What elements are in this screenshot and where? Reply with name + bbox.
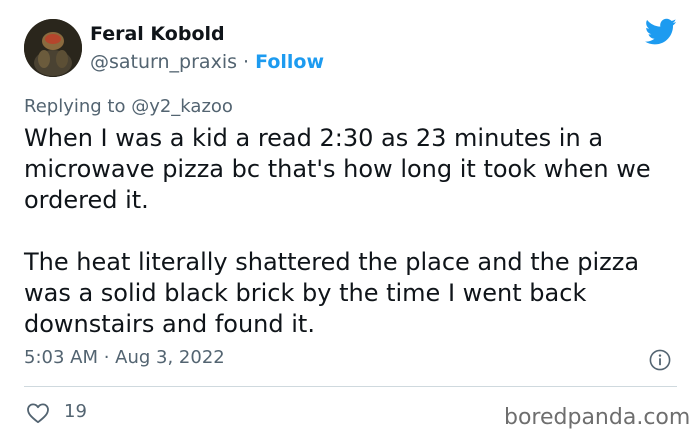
author-handle-row: @saturn_praxis · Follow <box>90 50 324 74</box>
replying-to: Replying to @y2_kazoo <box>24 96 233 118</box>
tweet-timestamp[interactable]: 5:03 AM · Aug 3, 2022 <box>24 347 225 369</box>
tweet-paragraph: When I was a kid a read 2:30 as 23 minut… <box>24 124 651 214</box>
avatar-image <box>24 19 82 77</box>
separator-dot: · <box>237 51 256 73</box>
author-display-name[interactable]: Feral Kobold <box>90 22 225 46</box>
like-count: 19 <box>64 401 87 422</box>
divider <box>24 386 677 387</box>
reply-handle-link[interactable]: @y2_kazoo <box>131 96 233 117</box>
follow-button[interactable]: Follow <box>255 51 324 73</box>
author-handle[interactable]: @saturn_praxis <box>90 51 237 73</box>
replying-prefix: Replying to <box>24 96 132 117</box>
tweet-paragraph: The heat literally shattered the place a… <box>24 248 640 338</box>
heart-icon[interactable] <box>26 402 50 424</box>
avatar[interactable] <box>24 19 82 77</box>
twitter-bird-icon[interactable] <box>645 18 677 46</box>
info-icon[interactable] <box>649 349 671 371</box>
watermark: boredpanda.com <box>504 405 691 430</box>
tweet-text: When I was a kid a read 2:30 as 23 minut… <box>24 123 674 340</box>
